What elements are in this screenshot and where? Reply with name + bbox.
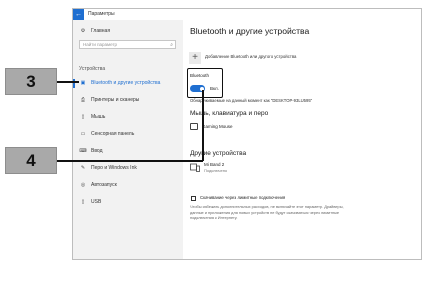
sidebar-item-label: Принтеры и сканеры [91,97,140,103]
sidebar-item-label: Автозапуск [91,182,117,188]
add-device-label[interactable]: Добавление Bluetooth или другого устройс… [205,54,296,59]
bluetooth-highlight-box [187,68,223,98]
search-icon: ⌕ [170,42,173,48]
sidebar-item-label: Bluetooth и другие устройства [91,80,161,86]
sidebar-item-pen[interactable]: ✎ Перо и Windows Ink [79,164,137,173]
step-3-callout: 3 [5,68,57,95]
printer-icon: ⎙ [80,97,85,103]
arrow-left-icon: ← [75,11,82,18]
search-input[interactable]: Найти параметр ⌕ [79,40,176,49]
device-icon [190,163,200,172]
mouse-device-name[interactable]: Gaming Mouse [202,124,233,129]
other-device-name[interactable]: Mi Band 2 [204,162,224,167]
sidebar-item-label: USB [91,199,102,205]
sidebar-item-label: Главная [91,28,111,34]
step-4-leader-vertical [202,90,204,161]
back-button[interactable]: ← [73,9,84,20]
search-placeholder: Найти параметр [83,42,118,47]
sidebar-item-label: Мышь [91,114,106,120]
sidebar-item-typing[interactable]: ⌨ Ввод [79,147,103,156]
add-device-button[interactable]: + [189,52,201,64]
touchpad-icon: ▭ [80,131,86,137]
step-4-callout: 4 [5,147,57,174]
title-bar: ← Параметры [73,9,421,20]
sidebar-section-title: Устройства [79,66,106,72]
keyboard-icon: ⌨ [79,148,87,154]
sidebar-item-label: Сенсорная панель [91,131,135,137]
window-title: Параметры [88,11,115,17]
sidebar-item-label: Перо и Windows Ink [91,165,137,171]
page-title: Bluetooth и другие устройства [190,26,310,36]
bluetooth-devices-icon: ▣ [80,80,86,86]
step-3-leader-line [57,81,79,83]
sidebar-item-mouse[interactable]: ▯ Мышь [79,113,106,122]
sidebar [73,20,183,259]
sidebar-item-autoplay[interactable]: ◎ Автозапуск [79,181,117,190]
usb-icon: ▯ [81,199,85,205]
mouse-icon: ▯ [81,114,85,120]
metered-description: Чтобы избежать дополнительных расходов, … [190,204,344,221]
sidebar-item-home[interactable]: ⚙ Главная [79,27,110,36]
step-4-leader-horizontal [57,160,203,162]
gear-icon: ⚙ [80,28,86,34]
other-devices-section-title: Другие устройства [190,150,247,157]
sidebar-item-label: Ввод [91,148,103,154]
discoverable-text: Обнаруживаемые на данный момент как "DES… [190,98,313,103]
other-device-status: Подключено [204,168,228,173]
metered-checkbox-label[interactable]: Скачивание через лимитные подключения [200,195,285,200]
pen-icon: ✎ [80,165,86,171]
autoplay-icon: ◎ [80,182,86,188]
sidebar-item-usb[interactable]: ▯ USB [79,198,102,207]
keyboard-device-icon [190,123,198,130]
sidebar-item-touchpad[interactable]: ▭ Сенсорная панель [79,130,135,139]
metered-checkbox[interactable] [191,196,196,201]
sidebar-item-bluetooth[interactable]: ▣ Bluetooth и другие устройства [79,79,161,88]
sidebar-item-printers[interactable]: ⎙ Принтеры и сканеры [79,96,139,105]
settings-window: ← Параметры ⚙ Главная Найти параметр ⌕ Ус… [72,8,422,260]
plus-icon: + [192,52,198,63]
